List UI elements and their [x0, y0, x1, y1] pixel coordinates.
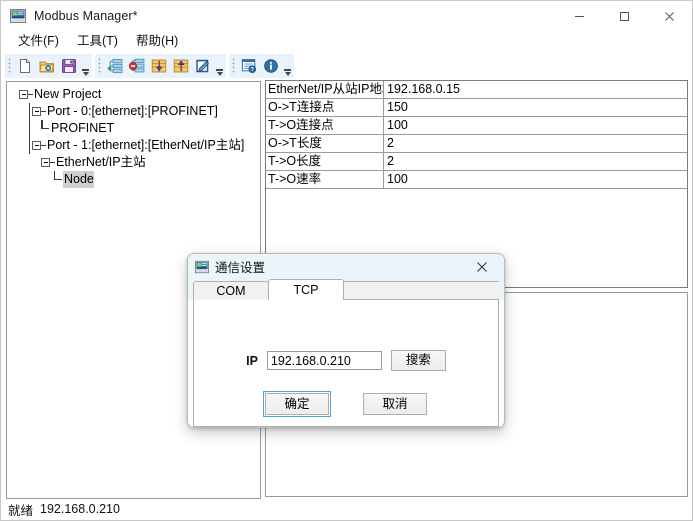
project-tree: New Project Port - 0:[ethernet]:[PROFINE…	[11, 86, 258, 188]
tab-com[interactable]: COM	[193, 281, 269, 300]
diagnostics-icon[interactable]: ?	[238, 55, 260, 77]
menu-file[interactable]: 文件(F)	[9, 32, 68, 52]
ok-button[interactable]: 确定	[263, 391, 331, 417]
tree-node-label: Node	[63, 171, 94, 188]
close-icon[interactable]	[647, 1, 692, 31]
tab-tcp[interactable]: TCP	[268, 279, 344, 300]
tree-node-label: EtherNet/IP主站	[56, 155, 146, 169]
ip-input[interactable]	[266, 351, 382, 370]
property-key: T->O长度	[266, 153, 384, 170]
property-value[interactable]: 192.168.0.15	[384, 81, 687, 98]
search-button[interactable]: 搜索	[390, 350, 446, 371]
tree-connector	[29, 103, 30, 154]
status-ip: 192.168.0.210	[40, 502, 120, 516]
ip-label: IP	[246, 353, 258, 368]
dialog-body: IP 搜索 确定 取消	[193, 300, 499, 427]
property-value[interactable]: 100	[384, 117, 687, 134]
toolbar-overflow-help[interactable]	[282, 54, 293, 79]
tree-node-ethernetip-master[interactable]: EtherNet/IP主站	[11, 154, 258, 171]
tree-elbow-icon	[51, 171, 63, 188]
window-title: Modbus Manager*	[34, 9, 138, 23]
toolbar-group-device	[95, 54, 226, 78]
table-row[interactable]: O->T连接点 150	[266, 99, 687, 117]
maximize-icon[interactable]	[602, 1, 647, 31]
app-icon	[195, 260, 209, 274]
edit-icon[interactable]	[192, 55, 214, 77]
toolbar-overflow-device[interactable]	[214, 54, 225, 79]
property-key: T->O连接点	[266, 117, 384, 134]
property-key: EtherNet/IP从站IP地址	[268, 81, 384, 98]
delete-node-icon[interactable]	[126, 55, 148, 77]
toolbar-overflow-file[interactable]	[80, 54, 91, 79]
property-value[interactable]: 2	[384, 135, 687, 152]
dialog-footer: 确定 取消	[194, 391, 498, 417]
open-folder-icon[interactable]	[36, 55, 58, 77]
tree-node-root[interactable]: New Project	[11, 86, 258, 103]
toolbar-group-file	[5, 54, 92, 78]
toolbar-grip[interactable]	[97, 57, 103, 75]
table-row[interactable]: O->T长度 2	[266, 135, 687, 153]
add-node-icon[interactable]	[104, 55, 126, 77]
menu-help[interactable]: 帮助(H)	[127, 32, 187, 52]
menu-bar: 文件(F) 工具(T) 帮助(H)	[1, 31, 692, 53]
expander-icon[interactable]	[32, 141, 41, 150]
menu-tools[interactable]: 工具(T)	[68, 32, 127, 52]
table-row[interactable]: T->O连接点 100	[266, 117, 687, 135]
tree-node-node[interactable]: Node	[11, 171, 258, 188]
tabstrip-filler	[343, 281, 499, 300]
expander-icon[interactable]	[19, 90, 28, 99]
tree-node-label: Port - 1:[ethernet]:[EtherNet/IP主站]	[47, 138, 245, 152]
upload-icon[interactable]	[170, 55, 192, 77]
save-icon[interactable]	[58, 55, 80, 77]
ip-field-row: IP 搜索	[194, 350, 498, 371]
window-controls	[557, 1, 692, 31]
property-key: T->O速率	[266, 171, 384, 188]
application-window: Modbus Manager* 文件(F) 工具(T) 帮助(H) ? New …	[0, 0, 693, 521]
tree-elbow-icon	[38, 120, 50, 137]
client-area: New Project Port - 0:[ethernet]:[PROFINE…	[1, 79, 692, 499]
tree-node-port1[interactable]: Port - 1:[ethernet]:[EtherNet/IP主站]	[11, 137, 258, 154]
close-icon[interactable]	[460, 254, 504, 279]
table-row[interactable]: EtherNet/IP从站IP地址 192.168.0.15	[266, 81, 687, 99]
table-row[interactable]: T->O速率 100	[266, 171, 687, 189]
property-key: O->T长度	[266, 135, 384, 152]
tree-node-profinet[interactable]: PROFINET	[11, 120, 258, 137]
dialog-title: 通信设置	[215, 261, 266, 275]
title-bar: Modbus Manager*	[1, 1, 692, 31]
status-state: 就绪	[8, 503, 34, 518]
property-value[interactable]: 2	[384, 153, 687, 170]
info-icon[interactable]	[260, 55, 282, 77]
table-row[interactable]: T->O长度 2	[266, 153, 687, 171]
tree-node-label: Port - 0:[ethernet]:[PROFINET]	[47, 104, 218, 118]
toolbar: ?	[1, 53, 692, 79]
svg-text:?: ?	[251, 67, 254, 73]
new-file-icon[interactable]	[14, 55, 36, 77]
download-icon[interactable]	[148, 55, 170, 77]
property-value[interactable]: 100	[384, 171, 687, 188]
expander-icon[interactable]	[32, 107, 41, 116]
status-bar: 就绪 192.168.0.210	[1, 498, 692, 520]
tree-node-label: New Project	[34, 87, 102, 101]
expander-icon[interactable]	[41, 158, 50, 167]
minimize-icon[interactable]	[557, 1, 602, 31]
tree-node-port0[interactable]: Port - 0:[ethernet]:[PROFINET]	[11, 103, 258, 120]
communication-settings-dialog: 通信设置 COM TCP IP 搜索	[187, 253, 505, 428]
toolbar-grip[interactable]	[231, 57, 237, 75]
tree-node-label: PROFINET	[51, 121, 115, 135]
cancel-button[interactable]: 取消	[363, 393, 427, 415]
property-value[interactable]: 150	[384, 99, 687, 116]
dialog-tabstrip: COM TCP	[188, 279, 504, 300]
app-icon	[10, 8, 26, 24]
dialog-title-bar: 通信设置	[188, 254, 504, 279]
toolbar-group-help: ?	[229, 54, 294, 78]
property-key: O->T连接点	[266, 99, 384, 116]
toolbar-grip[interactable]	[7, 57, 13, 75]
